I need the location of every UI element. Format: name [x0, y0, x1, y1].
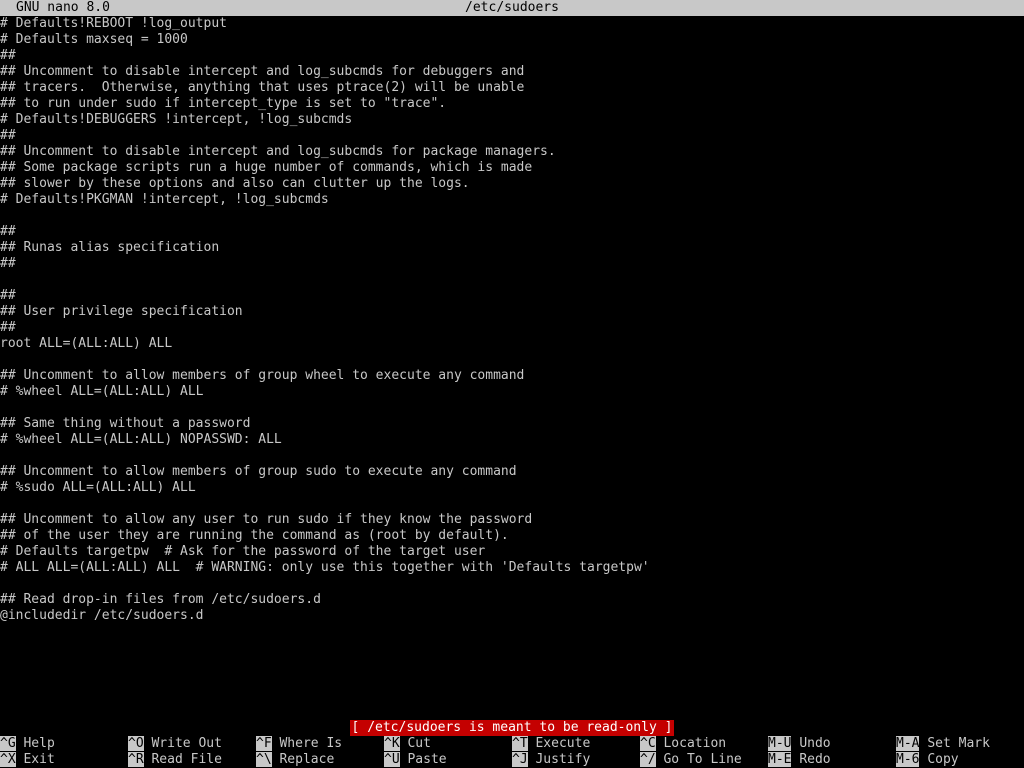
- editor-line[interactable]: ## Uncomment to allow any user to run su…: [0, 512, 1024, 528]
- shortcut-location[interactable]: ^C Location: [640, 736, 726, 752]
- shortcut-key: ^X: [0, 752, 16, 767]
- shortcut-bar: ^G Help ^O Write Out ^F Where Is ^K Cut ^T E…: [0, 736, 1024, 768]
- editor-line[interactable]: ## of the user they are running the comm…: [0, 528, 1024, 544]
- editor-line[interactable]: [0, 496, 1024, 512]
- editor-line[interactable]: ## Read drop-in files from /etc/sudoers.…: [0, 592, 1024, 608]
- shortcut-key: ^T: [512, 736, 528, 751]
- shortcut-key: M-6: [896, 752, 920, 767]
- editor-line[interactable]: ## Uncomment to allow members of group s…: [0, 464, 1024, 480]
- shortcut-where-is[interactable]: ^F Where Is: [256, 736, 342, 752]
- shortcut-key: ^U: [384, 752, 400, 767]
- shortcut-exit[interactable]: ^X Exit: [0, 752, 55, 768]
- shortcut-label: Undo: [799, 736, 831, 751]
- editor-area[interactable]: # Defaults!REBOOT !log_output # Defaults …: [0, 16, 1024, 720]
- editor-line[interactable]: ##: [0, 288, 1024, 304]
- shortcut-redo[interactable]: M-E Redo: [768, 752, 831, 768]
- editor-line[interactable]: ##: [0, 320, 1024, 336]
- editor-line[interactable]: # Defaults maxseq = 1000: [0, 32, 1024, 48]
- editor-line[interactable]: # Defaults!DEBUGGERS !intercept, !log_su…: [0, 112, 1024, 128]
- shortcut-write-out[interactable]: ^O Write Out: [128, 736, 222, 752]
- editor-line[interactable]: root ALL=(ALL:ALL) ALL: [0, 336, 1024, 352]
- editor-line[interactable]: # Defaults!REBOOT !log_output: [0, 16, 1024, 32]
- shortcut-key: M-A: [896, 736, 920, 751]
- shortcut-key: ^K: [384, 736, 400, 751]
- shortcut-undo[interactable]: M-U Undo: [768, 736, 831, 752]
- editor-line[interactable]: ## Same thing without a password: [0, 416, 1024, 432]
- editor-line[interactable]: ##: [0, 128, 1024, 144]
- editor-line[interactable]: ##: [0, 48, 1024, 64]
- editor-line[interactable]: [0, 576, 1024, 592]
- shortcut-replace[interactable]: ^\ Replace: [256, 752, 334, 768]
- editor-line[interactable]: ## Runas alias specification: [0, 240, 1024, 256]
- shortcut-label: Go To Line: [663, 752, 742, 767]
- shortcut-go-to-line[interactable]: ^/ Go To Line: [640, 752, 742, 768]
- shortcut-label: Replace: [279, 752, 335, 767]
- shortcut-label: Location: [663, 736, 727, 751]
- shortcut-paste[interactable]: ^U Paste: [384, 752, 447, 768]
- shortcut-execute[interactable]: ^T Execute: [512, 736, 590, 752]
- shortcut-help[interactable]: ^G Help: [0, 736, 55, 752]
- editor-line[interactable]: # %wheel ALL=(ALL:ALL) ALL: [0, 384, 1024, 400]
- shortcut-label: Write Out: [151, 736, 222, 751]
- shortcut-key: ^R: [128, 752, 144, 767]
- shortcut-label: Read File: [151, 752, 222, 767]
- shortcut-set-mark[interactable]: M-A Set Mark: [896, 736, 990, 752]
- editor-line[interactable]: [0, 448, 1024, 464]
- editor-line[interactable]: # ALL ALL=(ALL:ALL) ALL # WARNING: only …: [0, 560, 1024, 576]
- editor-line[interactable]: # %wheel ALL=(ALL:ALL) NOPASSWD: ALL: [0, 432, 1024, 448]
- editor-line[interactable]: [0, 400, 1024, 416]
- title-bar: GNU nano 8.0 /etc/sudoers: [0, 0, 1024, 16]
- shortcut-label: Set Mark: [927, 736, 990, 751]
- shortcut-justify[interactable]: ^J Justify: [512, 752, 590, 768]
- shortcut-key: ^G: [0, 736, 16, 751]
- shortcut-copy[interactable]: M-6 Copy: [896, 752, 959, 768]
- editor-line[interactable]: ## User privilege specification: [0, 304, 1024, 320]
- editor-line[interactable]: # Defaults targetpw # Ask for the passwo…: [0, 544, 1024, 560]
- editor-line[interactable]: ## to run under sudo if intercept_type i…: [0, 96, 1024, 112]
- editor-line[interactable]: [0, 208, 1024, 224]
- editor-line[interactable]: ##: [0, 224, 1024, 240]
- shortcut-key: M-E: [768, 752, 792, 767]
- editor-line[interactable]: ## Uncomment to disable intercept and lo…: [0, 64, 1024, 80]
- editor-line[interactable]: ## Some package scripts run a huge numbe…: [0, 160, 1024, 176]
- shortcut-label: Paste: [407, 752, 447, 767]
- editor-line[interactable]: ## Uncomment to allow members of group w…: [0, 368, 1024, 384]
- shortcut-label: Copy: [927, 752, 959, 767]
- status-message: [ /etc/sudoers is meant to be read-only …: [349, 720, 675, 736]
- shortcut-label: Justify: [535, 752, 591, 767]
- editor-line[interactable]: [0, 272, 1024, 288]
- editor-line[interactable]: ##: [0, 256, 1024, 272]
- status-bar: [ /etc/sudoers is meant to be read-only …: [0, 720, 1024, 736]
- shortcut-cut[interactable]: ^K Cut: [384, 736, 431, 752]
- shortcut-key: ^F: [256, 736, 272, 751]
- shortcut-key: ^C: [640, 736, 656, 751]
- shortcut-key: ^O: [128, 736, 144, 751]
- shortcut-key: M-U: [768, 736, 792, 751]
- file-name: /etc/sudoers: [465, 0, 559, 15]
- shortcut-label: Execute: [535, 736, 591, 751]
- editor-line[interactable]: # Defaults!PKGMAN !intercept, !log_subcm…: [0, 192, 1024, 208]
- editor-line[interactable]: # %sudo ALL=(ALL:ALL) ALL: [0, 480, 1024, 496]
- shortcut-read-file[interactable]: ^R Read File: [128, 752, 222, 768]
- shortcut-key: ^J: [512, 752, 528, 767]
- editor-line[interactable]: ## slower by these options and also can …: [0, 176, 1024, 192]
- shortcut-key: ^\: [256, 752, 272, 767]
- shortcut-label: Help: [23, 736, 55, 751]
- shortcut-label: Cut: [407, 736, 431, 751]
- editor-line[interactable]: [0, 352, 1024, 368]
- shortcut-label: Where Is: [279, 736, 343, 751]
- shortcut-label: Exit: [23, 752, 55, 767]
- editor-line[interactable]: ## Uncomment to disable intercept and lo…: [0, 144, 1024, 160]
- shortcut-label: Redo: [799, 752, 831, 767]
- editor-line[interactable]: ## tracers. Otherwise, anything that use…: [0, 80, 1024, 96]
- editor-line[interactable]: @includedir /etc/sudoers.d: [0, 608, 1024, 624]
- shortcut-key: ^/: [640, 752, 656, 767]
